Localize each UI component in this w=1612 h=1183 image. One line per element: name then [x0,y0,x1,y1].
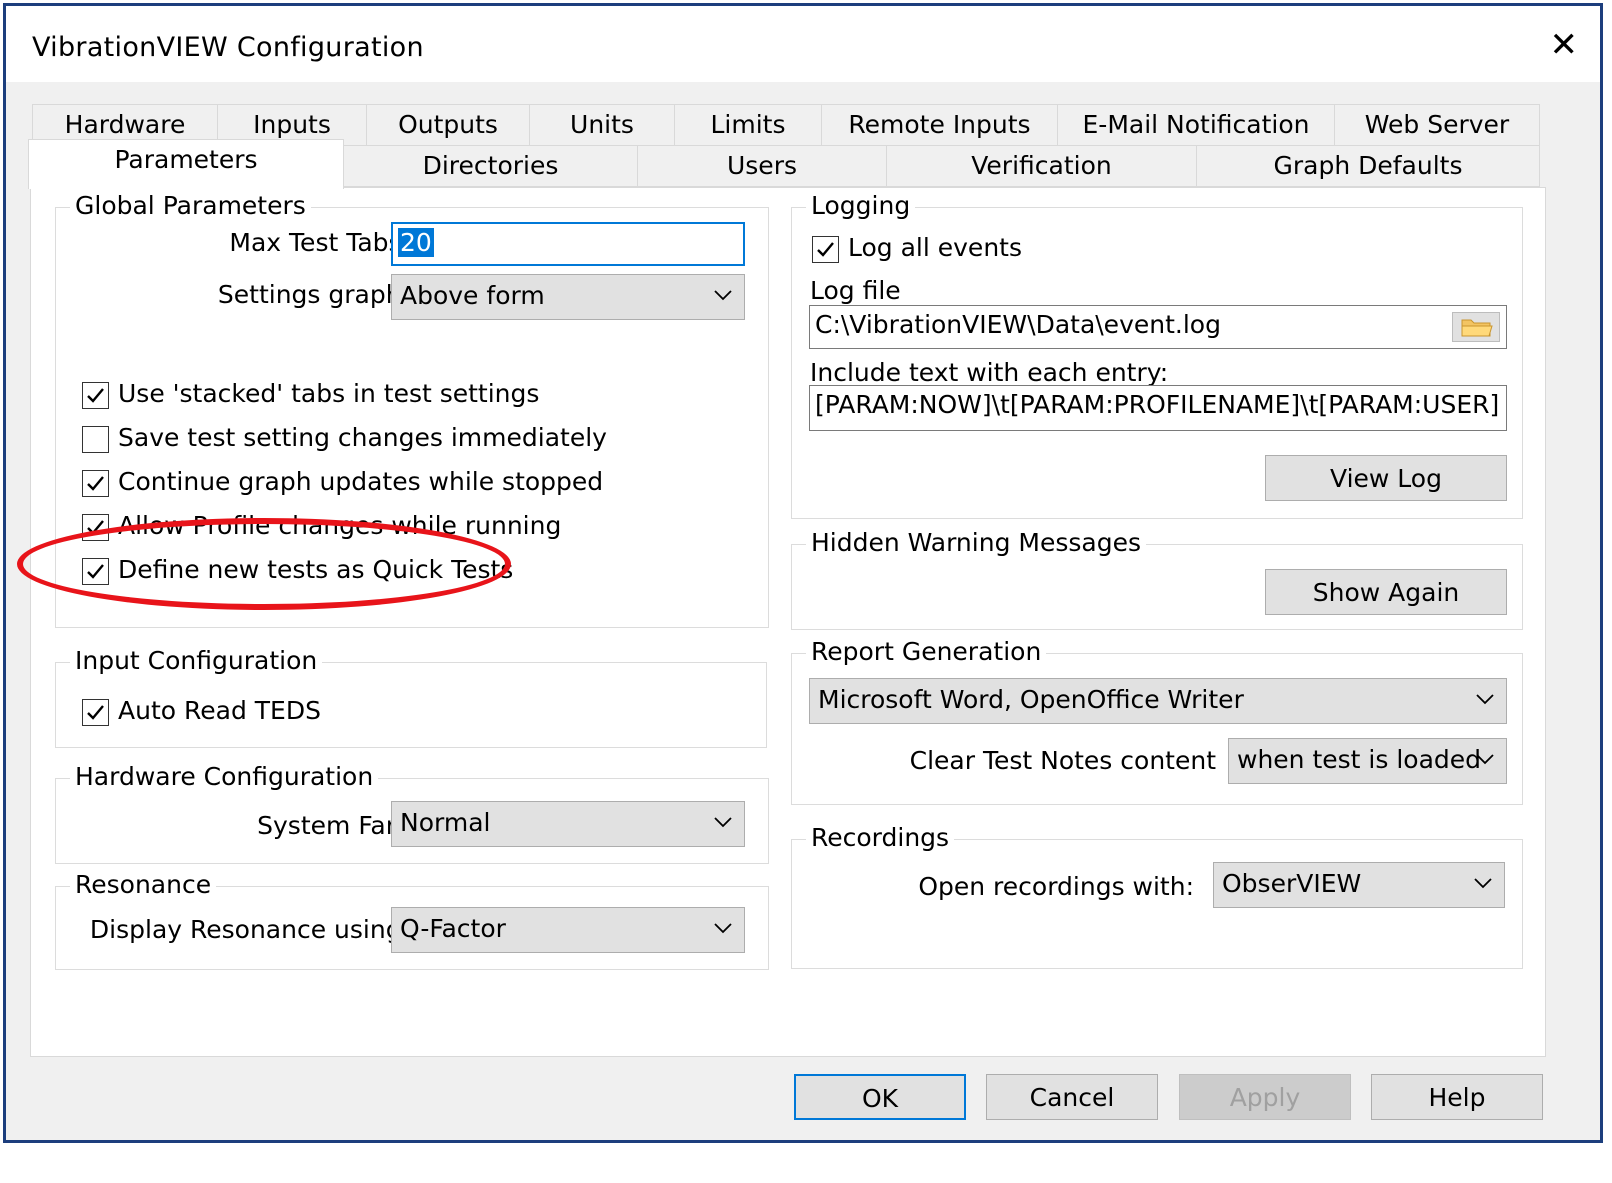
apply-button[interactable]: Apply [1179,1074,1351,1120]
resonance-title: Resonance [70,870,217,899]
open-recordings-label: Open recordings with: [918,872,1194,901]
check-icon [817,242,834,257]
hidden-warning-title: Hidden Warning Messages [806,528,1146,557]
hardware-configuration-title: Hardware Configuration [70,762,379,791]
tab-parameters[interactable]: Parameters [28,139,344,189]
folder-icon [1461,319,1493,337]
close-icon[interactable]: ✕ [1550,28,1579,62]
recordings-group: Recordings Open recordings with: ObserVI… [791,823,1523,969]
tab-email-notification[interactable]: E-Mail Notification [1057,104,1335,146]
report-generation-title: Report Generation [806,637,1047,666]
open-recordings-select[interactable]: ObserVIEW [1213,862,1505,908]
log-file-value: C:\VibrationVIEW\Data\event.log [815,310,1221,339]
clear-notes-select[interactable]: when test is loaded [1228,738,1507,784]
view-log-button[interactable]: View Log [1265,455,1507,501]
log-file-input[interactable]: C:\VibrationVIEW\Data\event.log [809,305,1507,349]
continue-updates-label: Continue graph updates while stopped [118,467,604,496]
check-icon [87,564,104,579]
settings-graph-label: Settings graph: [217,280,410,309]
open-recordings-value: ObserVIEW [1222,869,1362,898]
save-immediately-label: Save test setting changes immediately [118,423,607,452]
max-test-tabs-input[interactable]: 20 [391,222,745,266]
log-all-events-checkbox[interactable] [812,236,839,263]
tab-users[interactable]: Users [637,145,887,187]
continue-updates-checkbox[interactable] [82,470,109,497]
system-fan-select[interactable]: Normal [391,801,745,847]
allow-profile-changes-label: Allow Profile changes while running [118,511,562,540]
hidden-warning-group: Hidden Warning Messages Show Again [791,528,1523,630]
report-generation-group: Report Generation Microsoft Word, OpenOf… [791,637,1523,805]
auto-read-teds-checkbox[interactable] [82,699,109,726]
logging-group: Logging Log all events Log file C:\Vibra… [791,191,1523,519]
check-icon [87,705,104,720]
include-text-value: [PARAM:NOW]\t[PARAM:PROFILENAME]\t[PARAM… [815,390,1500,419]
parameters-panel: Global Parameters Max Test Tabs: 20 Sett… [30,187,1546,1057]
browse-folder-button[interactable] [1452,312,1500,342]
tab-units[interactable]: Units [529,104,675,146]
tab-verification[interactable]: Verification [886,145,1197,187]
chevron-down-icon [1476,694,1494,705]
window-title: VibrationVIEW Configuration [32,32,424,63]
chevron-down-icon [714,290,732,301]
check-icon [87,388,104,403]
help-button[interactable]: Help [1371,1074,1543,1120]
stacked-tabs-checkbox[interactable] [82,382,109,409]
tab-remote-inputs[interactable]: Remote Inputs [821,104,1058,146]
logging-title: Logging [806,191,916,220]
system-fan-label: System Fan: [257,811,410,840]
clear-notes-value: when test is loaded [1237,745,1482,774]
chevron-down-icon [714,923,732,934]
title-bar: VibrationVIEW Configuration ✕ [6,6,1600,82]
global-parameters-group: Global Parameters Max Test Tabs: 20 Sett… [55,191,769,628]
ok-button[interactable]: OK [794,1074,966,1120]
tab-graph-defaults[interactable]: Graph Defaults [1196,145,1540,187]
max-test-tabs-value: 20 [398,228,434,257]
show-again-button[interactable]: Show Again [1265,569,1507,615]
log-all-events-label: Log all events [848,233,1022,262]
tab-directories[interactable]: Directories [343,145,638,187]
input-configuration-title: Input Configuration [70,646,323,675]
config-dialog: VibrationVIEW Configuration ✕ Hardware I… [3,3,1603,1143]
check-icon [87,520,104,535]
display-resonance-value: Q-Factor [400,914,506,943]
input-configuration-group: Input Configuration Auto Read TEDS [55,646,767,748]
global-parameters-title: Global Parameters [70,191,311,220]
include-text-label: Include text with each entry: [810,358,1169,387]
quick-tests-label: Define new tests as Quick Tests [118,555,514,584]
chevron-down-icon [1476,754,1494,765]
tab-limits[interactable]: Limits [674,104,822,146]
hardware-configuration-group: Hardware Configuration System Fan: Norma… [55,762,769,864]
report-app-select[interactable]: Microsoft Word, OpenOffice Writer [809,678,1507,724]
quick-tests-checkbox[interactable] [82,558,109,585]
report-app-value: Microsoft Word, OpenOffice Writer [818,685,1244,714]
check-icon [87,476,104,491]
recordings-title: Recordings [806,823,955,852]
chevron-down-icon [714,817,732,828]
clear-notes-label: Clear Test Notes content [909,746,1216,775]
display-resonance-label: Display Resonance using: [89,915,410,944]
system-fan-value: Normal [400,808,491,837]
tab-outputs[interactable]: Outputs [366,104,530,146]
display-resonance-select[interactable]: Q-Factor [391,907,745,953]
tab-web-server[interactable]: Web Server [1334,104,1540,146]
chevron-down-icon [1474,878,1492,889]
stacked-tabs-label: Use 'stacked' tabs in test settings [118,379,540,408]
auto-read-teds-label: Auto Read TEDS [118,696,321,725]
settings-graph-select[interactable]: Above form [391,274,745,320]
settings-graph-value: Above form [400,281,545,310]
max-test-tabs-label: Max Test Tabs: [229,228,410,257]
cancel-button[interactable]: Cancel [986,1074,1158,1120]
log-file-label: Log file [810,276,901,305]
save-immediately-checkbox[interactable] [82,426,109,453]
resonance-group: Resonance Display Resonance using: Q-Fac… [55,870,769,970]
allow-profile-changes-checkbox[interactable] [82,514,109,541]
include-text-input[interactable]: [PARAM:NOW]\t[PARAM:PROFILENAME]\t[PARAM… [809,385,1507,431]
